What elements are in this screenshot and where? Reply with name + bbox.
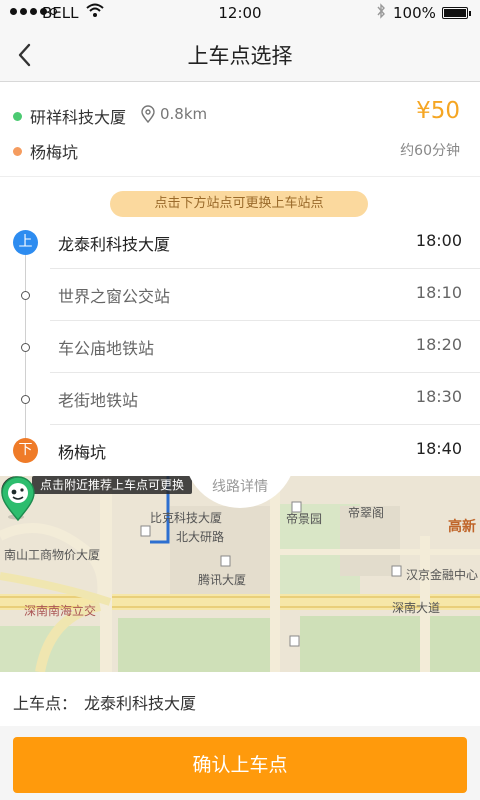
stop-row[interactable]: 下 杨梅坑 18:40 <box>0 425 480 477</box>
stop-marker-icon <box>21 291 30 300</box>
battery-icon <box>442 7 471 19</box>
status-bar: BELL 12:00 100% <box>0 0 480 28</box>
boarding-point-value: 龙泰利科技大厦 <box>84 694 197 713</box>
page-title: 上车点选择 <box>187 44 293 68</box>
stop-row[interactable]: 上 龙泰利科技大厦 18:00 <box>0 217 480 269</box>
stop-name: 杨梅坑 <box>58 443 107 462</box>
stop-row[interactable]: 老街地铁站 18:30 <box>0 373 480 425</box>
trip-price: ¥50 <box>416 98 460 124</box>
map-label-tengxun: 腾讯大厦 <box>198 573 247 587</box>
destination-dot <box>13 147 22 156</box>
stop-marker-icon <box>21 343 30 352</box>
map-label-nanshan: 南山工商物价大厦 <box>4 548 101 562</box>
destination-name: 杨梅坑 <box>30 143 79 162</box>
map-label-beida: 北大研路 <box>176 530 225 544</box>
confirm-boarding-button[interactable]: 确认上车点 <box>13 737 467 793</box>
map-view[interactable]: 比克科技大厦 北大研路 帝景园 帝翠阁 高新 南山工商物价大厦 腾讯大厦 汉京金… <box>0 476 480 672</box>
nav-bar: 上车点选择 <box>0 28 480 82</box>
trip-summary: 研祥科技大厦 0.8km ¥50 杨梅坑 约60分钟 <box>0 82 480 176</box>
route-detail-label: 线路详情 <box>212 479 268 495</box>
battery-percent: 100% <box>393 4 436 22</box>
boarding-point-label: 上车点： <box>13 694 78 713</box>
destination-pin-icon[interactable] <box>0 476 36 522</box>
stop-row[interactable]: 车公庙地铁站 18:20 <box>0 321 480 373</box>
map-label-dicui: 帝翠阁 <box>348 506 385 520</box>
stop-name: 世界之窗公交站 <box>58 287 171 306</box>
stop-time: 18:30 <box>415 387 462 406</box>
nearby-recommend-tooltip[interactable]: 点击附近推荐上车点可更换 <box>32 476 192 494</box>
map-label-dijing: 帝景园 <box>286 512 323 526</box>
stops-panel: 点击下方站点可更换上车站点 上 龙泰利科技大厦 18:00 世界之窗公交站 18… <box>0 176 480 476</box>
bluetooth-icon <box>377 3 385 19</box>
map-label-shennan-road: 深南大道 <box>392 601 441 615</box>
board-badge: 上 <box>13 230 38 255</box>
stop-row[interactable]: 世界之窗公交站 18:10 <box>0 269 480 321</box>
stop-time: 18:40 <box>415 439 462 458</box>
stop-name: 龙泰利科技大厦 <box>58 235 171 254</box>
map-label-interchange: 深南南海立交 <box>24 604 97 618</box>
stop-time: 18:10 <box>415 283 462 302</box>
location-pin-icon <box>141 105 155 123</box>
stop-name: 车公庙地铁站 <box>58 339 155 358</box>
alight-badge: 下 <box>13 438 38 463</box>
origin-name: 研祥科技大厦 <box>30 108 127 127</box>
trip-duration: 约60分钟 <box>400 143 460 159</box>
stop-marker-icon <box>21 395 30 404</box>
map-label-gaoxin: 高新 <box>448 519 476 535</box>
origin-dot <box>13 112 22 121</box>
stop-time: 18:00 <box>415 231 462 250</box>
stop-name: 老街地铁站 <box>58 391 139 410</box>
map-label-bikeke: 比克科技大厦 <box>150 511 223 525</box>
change-stop-hint: 点击下方站点可更换上车站点 <box>110 191 368 217</box>
map-label-hanjing: 汉京金融中心 <box>406 568 479 582</box>
confirm-area: 确认上车点 <box>0 726 480 800</box>
stop-time: 18:20 <box>415 335 462 354</box>
boarding-point-bar: 上车点： 龙泰利科技大厦 <box>0 672 480 726</box>
origin-distance: 0.8km <box>160 105 208 123</box>
